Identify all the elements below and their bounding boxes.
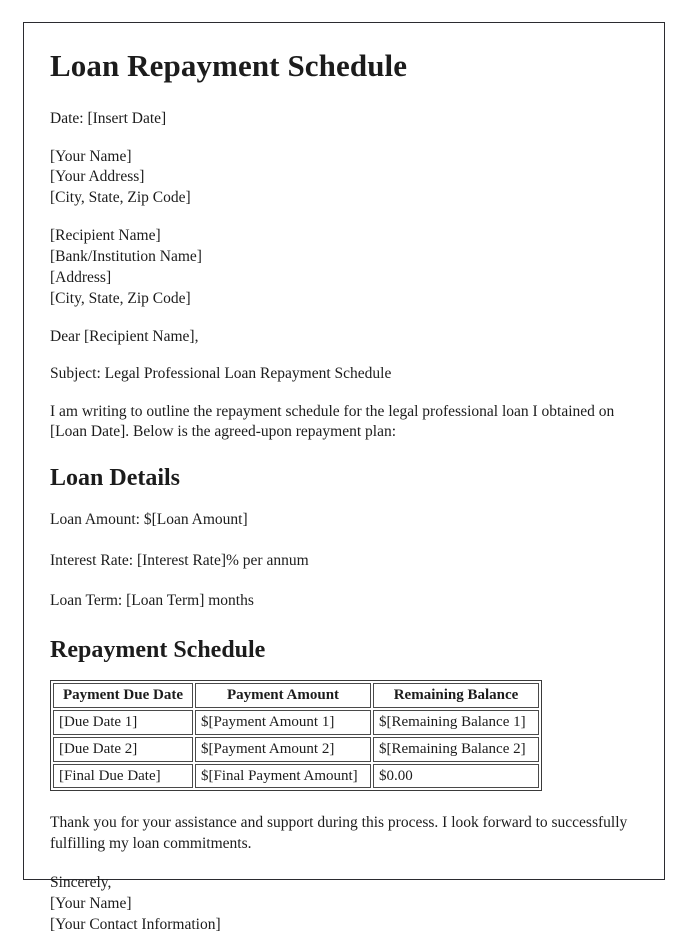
signature-line: Sincerely, [50,874,112,892]
sender-address-block: [Your Name] [Your Address] [City, State,… [50,147,636,210]
interest-rate-line: Interest Rate: [Interest Rate]% per annu… [50,551,309,569]
table-row: [Due Date 1] $[Payment Amount 1] $[Remai… [53,710,539,735]
signature-block: Sincerely, [Your Name] [Your Contact Inf… [50,873,636,936]
recipient-line: [Address] [50,269,112,287]
salutation: Dear [Recipient Name], [50,328,199,345]
cell-payment-amount: $[Payment Amount 2] [195,736,371,762]
signature-line: [Your Contact Information] [50,916,221,934]
cell-due-date: [Due Date 2] [53,736,193,762]
sender-line: [Your Address] [50,168,145,186]
sender-line: [Your Name] [50,147,132,165]
column-header-payment-amount: Payment Amount [195,683,371,709]
table-row: [Final Due Date] $[Final Payment Amount]… [53,763,539,789]
loan-details-heading: Loan Details [50,464,181,491]
intro-paragraph: I am writing to outline the repayment sc… [50,402,615,441]
sender-line: [City, State, Zip Code] [50,189,191,207]
cell-remaining-balance: $[Remaining Balance 1] [373,710,539,735]
closing-paragraph: Thank you for your assistance and suppor… [50,814,628,853]
page-title: Loan Repayment Schedule [50,48,408,83]
repayment-schedule-table: Payment Due Date Payment Amount Remainin… [50,680,542,792]
signature-line: [Your Name] [50,895,132,913]
repayment-schedule-heading: Repayment Schedule [50,636,266,663]
loan-term-line: Loan Term: [Loan Term] months [50,591,254,609]
cell-due-date: [Final Due Date] [53,763,193,789]
cell-payment-amount: $[Payment Amount 1] [195,710,371,735]
column-header-payment-due-date: Payment Due Date [53,683,193,709]
recipient-address-block: [Recipient Name] [Bank/Institution Name]… [50,226,636,310]
document-body: Loan Repayment Schedule Date: [Insert Da… [24,23,664,936]
table-row: [Due Date 2] $[Payment Amount 2] $[Remai… [53,736,539,762]
cell-remaining-balance: $0.00 [373,763,539,789]
cell-due-date: [Due Date 1] [53,710,193,735]
document-page: Loan Repayment Schedule Date: [Insert Da… [23,22,665,933]
loan-amount-line: Loan Amount: $[Loan Amount] [50,511,248,529]
recipient-line: [City, State, Zip Code] [50,290,191,308]
cell-remaining-balance: $[Remaining Balance 2] [373,736,539,762]
date-line: Date: [Insert Date] [50,110,167,128]
recipient-line: [Recipient Name] [50,227,161,245]
cell-payment-amount: $[Final Payment Amount] [195,763,371,789]
table-header-row: Payment Due Date Payment Amount Remainin… [53,683,539,709]
column-header-remaining-balance: Remaining Balance [373,683,539,709]
subject-line: Subject: Legal Professional Loan Repayme… [50,365,392,383]
recipient-line: [Bank/Institution Name] [50,248,202,266]
